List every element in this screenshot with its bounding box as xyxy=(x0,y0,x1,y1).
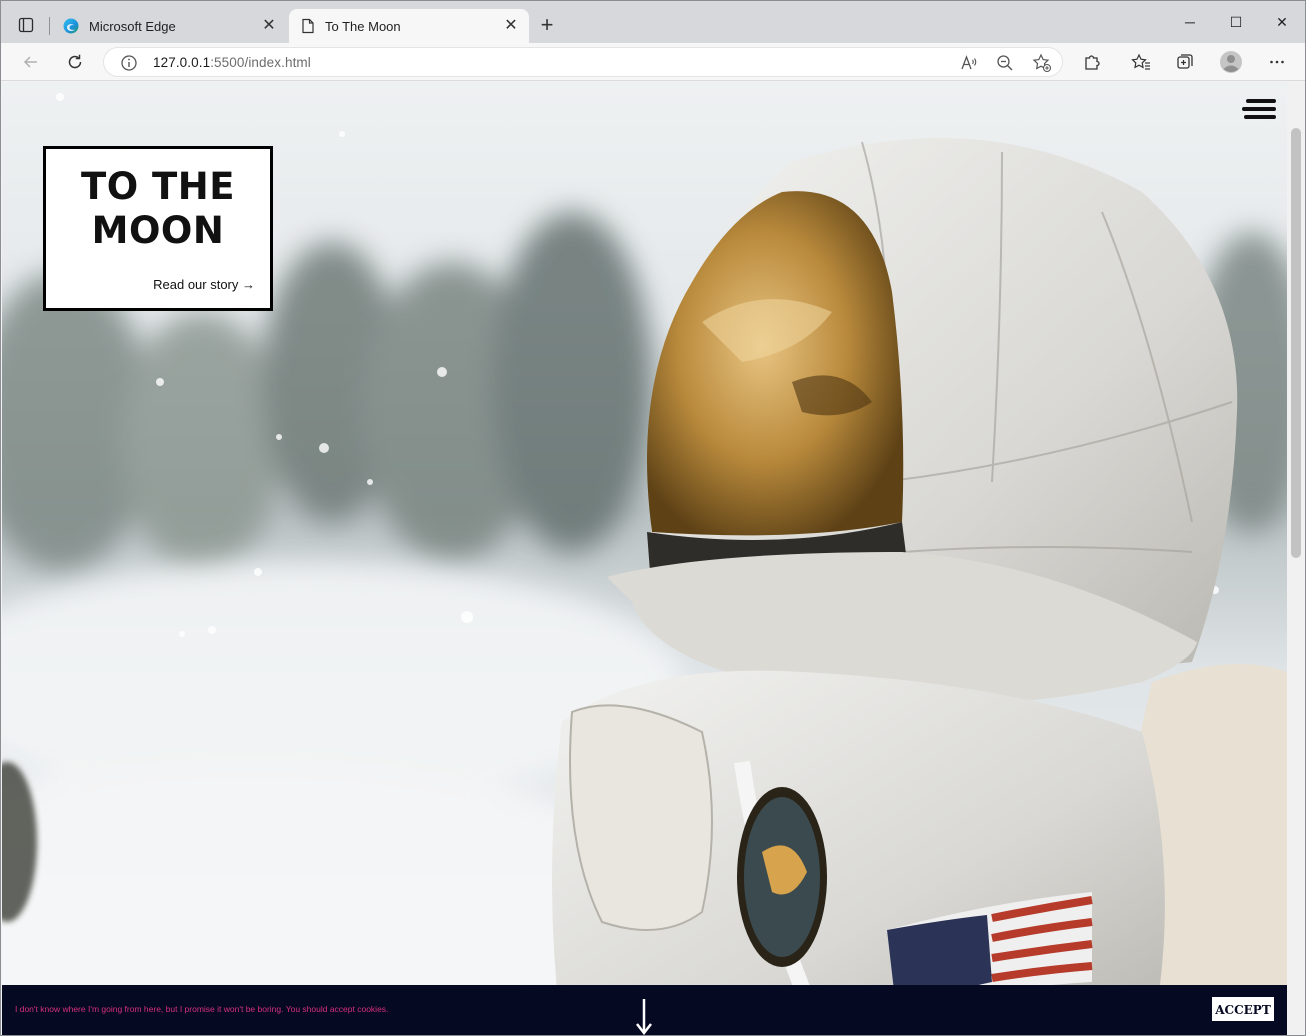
avatar-icon xyxy=(1220,51,1242,73)
back-button[interactable] xyxy=(16,48,46,76)
cookie-message: I don't know where I'm going from here, … xyxy=(15,1004,389,1014)
minimize-button[interactable]: ─ xyxy=(1167,1,1213,43)
page-scrollbar[interactable] xyxy=(1287,82,1305,1035)
hamburger-line xyxy=(1246,99,1276,103)
hamburger-menu-icon[interactable] xyxy=(1242,99,1276,123)
tab-to-the-moon[interactable]: To The Moon ✕ xyxy=(289,9,529,43)
tab-title: Microsoft Edge xyxy=(89,18,176,34)
zoom-out-button[interactable] xyxy=(995,53,1015,73)
site-info-icon[interactable] xyxy=(120,54,138,72)
star-add-icon xyxy=(1032,53,1052,73)
back-arrow-icon xyxy=(23,56,37,68)
accept-cookies-button[interactable]: ACCEPT xyxy=(1211,996,1275,1022)
refresh-icon xyxy=(68,54,82,69)
collections-button[interactable] xyxy=(1170,48,1200,76)
title-card: TO THE MOON Read our story → xyxy=(43,146,273,311)
tab-strip: Microsoft Edge ✕ To The Moon ✕ + ─ ☐ ✕ xyxy=(1,1,1305,43)
close-tab-icon[interactable]: ✕ xyxy=(503,18,519,34)
tab-actions-button[interactable] xyxy=(13,13,39,37)
add-favorite-button[interactable] xyxy=(1032,53,1052,73)
browser-window: Microsoft Edge ✕ To The Moon ✕ + ─ ☐ ✕ 1… xyxy=(0,0,1306,1036)
page-title: TO THE MOON xyxy=(46,165,270,253)
settings-more-button[interactable] xyxy=(1262,48,1292,76)
close-window-button[interactable]: ✕ xyxy=(1259,1,1305,43)
new-tab-button[interactable]: + xyxy=(535,14,559,38)
url-host: 127.0.0.1 xyxy=(153,55,211,70)
window-controls: ─ ☐ ✕ xyxy=(1167,1,1305,43)
zoom-out-icon xyxy=(997,55,1013,71)
collections-icon xyxy=(1177,54,1193,69)
profile-button[interactable] xyxy=(1216,48,1246,76)
read-aloud-button[interactable] xyxy=(959,53,979,73)
refresh-button[interactable] xyxy=(60,48,90,76)
hamburger-line xyxy=(1244,115,1276,119)
favorites-icon xyxy=(1131,53,1150,70)
url-text[interactable]: 127.0.0.1:5500/index.html xyxy=(153,55,311,70)
hamburger-line xyxy=(1242,107,1276,111)
scrollbar-thumb[interactable] xyxy=(1291,128,1301,558)
tab-actions-icon xyxy=(18,17,34,33)
page-viewport: TO THE MOON Read our story → I don't kno… xyxy=(2,82,1287,1035)
tab-title: To The Moon xyxy=(325,18,401,34)
favorites-button[interactable] xyxy=(1126,48,1156,76)
browser-toolbar: 127.0.0.1:5500/index.html xyxy=(1,43,1305,81)
scroll-down-arrow-icon[interactable] xyxy=(634,999,654,1035)
maximize-button[interactable]: ☐ xyxy=(1213,1,1259,43)
close-tab-icon[interactable]: ✕ xyxy=(261,18,277,34)
more-dots-icon xyxy=(1270,60,1284,64)
edge-logo-icon xyxy=(63,18,79,34)
puzzle-icon xyxy=(1085,55,1100,70)
address-bar[interactable]: 127.0.0.1:5500/index.html xyxy=(103,47,1063,77)
page-title-line-1: TO THE xyxy=(80,165,236,208)
read-our-story-link[interactable]: Read our story → xyxy=(153,277,255,292)
read-aloud-icon xyxy=(961,55,977,70)
page-icon xyxy=(302,18,314,34)
tab-separator xyxy=(49,17,50,35)
extensions-button[interactable] xyxy=(1077,48,1107,76)
url-path: :5500/index.html xyxy=(210,55,311,70)
page-title-line-2: MOON xyxy=(91,209,225,252)
tab-microsoft-edge[interactable]: Microsoft Edge ✕ xyxy=(51,9,287,43)
